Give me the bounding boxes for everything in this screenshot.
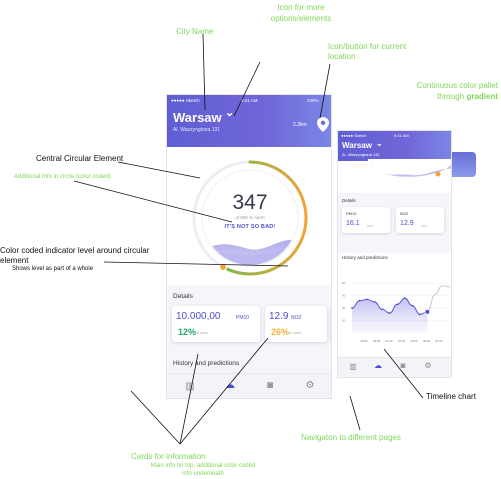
annotation-lines — [73, 33, 424, 445]
